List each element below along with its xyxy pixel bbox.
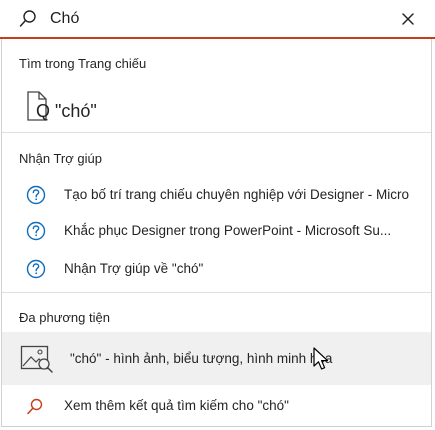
search-bar <box>0 0 435 39</box>
close-icon[interactable] <box>399 10 417 28</box>
media-search-label: "chó" - hình ảnh, biểu tượng, hình minh … <box>70 351 333 366</box>
find-in-slides-label: Q "chó" <box>36 101 97 121</box>
help-item-designer-troubleshoot[interactable]: Khắc phục Designer trong PowerPoint - Mi… <box>2 219 431 245</box>
more-results-link[interactable]: Xem thêm kết quả tìm kiếm cho "chó" <box>2 394 431 420</box>
divider <box>2 292 431 293</box>
section-title-get-help: Nhận Trợ giúp <box>19 151 102 166</box>
section-title-find-in-slides: Tìm trong Trang chiếu <box>19 56 147 71</box>
help-item-designer-layout[interactable]: Tạo bố trí trang chiếu chuyên nghiệp với… <box>2 183 431 209</box>
search-icon <box>19 10 36 27</box>
section-title-media: Đa phương tiện <box>19 310 110 325</box>
help-circle-icon <box>26 185 46 205</box>
help-item-label: Tạo bố trí trang chiếu chuyên nghiệp với… <box>64 187 410 202</box>
search-icon <box>27 398 43 415</box>
help-item-get-help-query[interactable]: Nhận Trợ giúp về "chó" <box>2 257 431 283</box>
search-dropdown-window: Tìm trong Trang chiếu Q "chó" Nhận Trợ g… <box>0 0 435 430</box>
search-input[interactable] <box>50 6 370 32</box>
media-search-item[interactable]: "chó" - hình ảnh, biểu tượng, hình minh … <box>2 332 431 385</box>
image-search-icon <box>20 345 53 373</box>
help-item-label: Nhận Trợ giúp về "chó" <box>64 261 204 276</box>
help-circle-icon <box>26 259 46 279</box>
help-item-label: Khắc phục Designer trong PowerPoint - Mi… <box>64 223 392 238</box>
mouse-pointer-icon <box>313 347 329 370</box>
find-in-slides-item[interactable]: Q "chó" <box>2 87 431 127</box>
divider <box>2 132 431 133</box>
more-results-label: Xem thêm kết quả tìm kiếm cho "chó" <box>64 398 289 413</box>
search-results-panel: Tìm trong Trang chiếu Q "chó" Nhận Trợ g… <box>1 39 432 427</box>
help-circle-icon <box>26 221 46 241</box>
